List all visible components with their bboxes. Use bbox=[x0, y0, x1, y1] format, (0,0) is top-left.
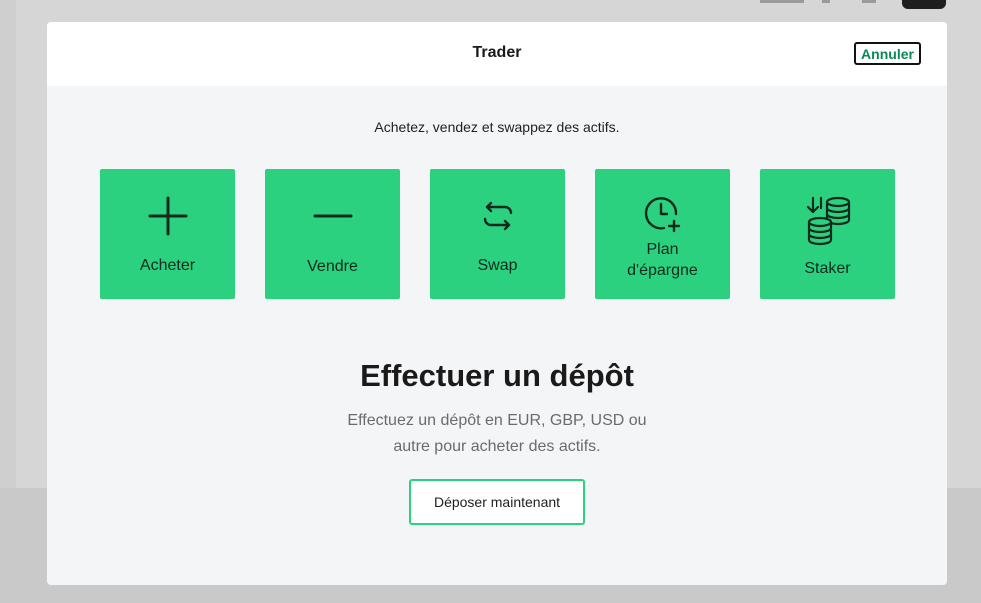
deposit-description-line2: autre pour acheter des actifs. bbox=[393, 438, 601, 455]
stake-tile-label: Staker bbox=[804, 260, 851, 277]
modal-title: Trader bbox=[472, 44, 522, 61]
action-tiles: Acheter Vendre Swap Plan d'épargne Stake… bbox=[100, 169, 895, 299]
buy-tile-label: Acheter bbox=[139, 257, 196, 274]
swap-tile-label: Swap bbox=[477, 257, 518, 274]
clock-plus-icon bbox=[595, 190, 730, 236]
buy-tile[interactable]: Acheter bbox=[100, 169, 235, 299]
savings-plan-label-line2: d'épargne bbox=[627, 262, 698, 279]
deposit-now-button[interactable]: Déposer maintenant bbox=[409, 479, 585, 525]
trade-modal: Trader Annuler Achetez, vendez et swappe… bbox=[47, 22, 947, 585]
minus-icon bbox=[265, 193, 400, 239]
swap-tile[interactable]: Swap bbox=[430, 169, 565, 299]
deposit-description-line1: Effectuez un dépôt en EUR, GBP, USD ou bbox=[347, 412, 647, 429]
swap-arrows-icon bbox=[430, 193, 565, 239]
modal-header: Trader Annuler bbox=[47, 22, 947, 86]
savings-plan-tile[interactable]: Plan d'épargne bbox=[595, 169, 730, 299]
savings-plan-label-line1: Plan bbox=[646, 241, 679, 258]
sell-tile[interactable]: Vendre bbox=[265, 169, 400, 299]
background-button bbox=[902, 0, 946, 9]
coins-stack-icon bbox=[760, 194, 895, 248]
cancel-button[interactable]: Annuler bbox=[854, 42, 921, 65]
modal-subtitle: Achetez, vendez et swappez des actifs. bbox=[374, 119, 620, 135]
deposit-title: Effectuer un dépôt bbox=[360, 358, 634, 393]
background-divider bbox=[862, 0, 876, 3]
plus-icon bbox=[100, 193, 235, 239]
sell-tile-label: Vendre bbox=[307, 258, 358, 275]
stake-tile[interactable]: Staker bbox=[760, 169, 895, 299]
background-divider bbox=[760, 0, 804, 3]
background-divider bbox=[822, 0, 830, 3]
deposit-description: Effectuez un dépôt en EUR, GBP, USD ou a… bbox=[317, 408, 677, 460]
